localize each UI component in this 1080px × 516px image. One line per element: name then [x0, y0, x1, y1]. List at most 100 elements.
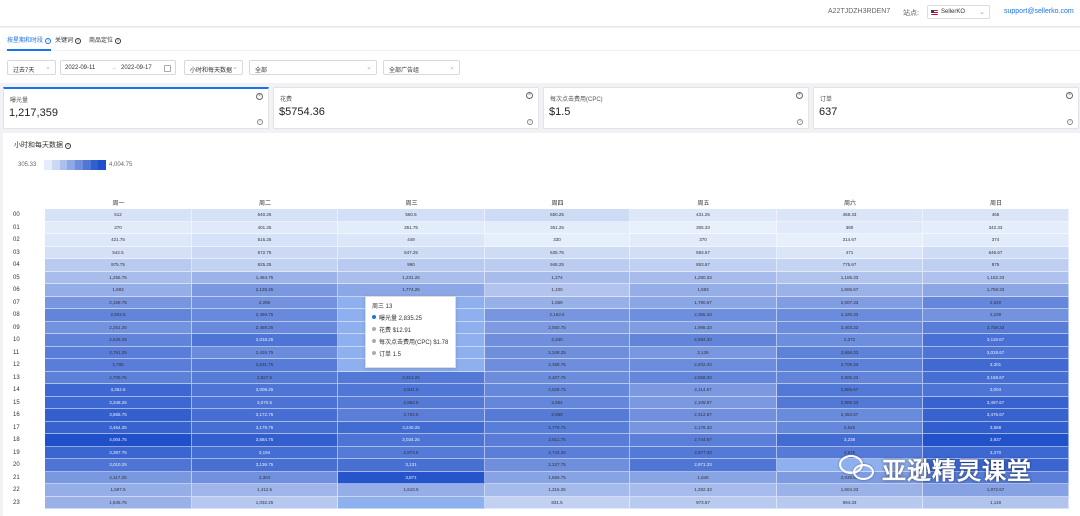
heatmap-cell[interactable]: 2,114.67: [630, 384, 777, 397]
heatmap-cell[interactable]: 2,239: [923, 309, 1069, 322]
heatmap-cell[interactable]: 3,555.75: [45, 409, 192, 422]
heatmap-cell[interactable]: 2,312.67: [630, 409, 777, 422]
heatmap-cell[interactable]: 2,540: [923, 296, 1069, 309]
heatmap-cell[interactable]: 975.75: [45, 259, 192, 272]
heatmap-cell[interactable]: 1,559: [485, 296, 630, 309]
heatmap-cell[interactable]: 512: [45, 209, 192, 222]
kpi-card-spend[interactable]: 花费 $5754.36 × ?: [273, 87, 539, 129]
heatmap-cell[interactable]: 1,152.33: [923, 271, 1069, 284]
support-email-link[interactable]: support@sellerko.com: [1004, 8, 1074, 15]
heatmap-cell[interactable]: 2,355.33: [630, 309, 777, 322]
heatmap-cell[interactable]: 1,231.25: [338, 271, 485, 284]
heatmap-cell[interactable]: 2,426.75: [192, 346, 338, 359]
heatmap-cell[interactable]: 3,240.25: [338, 421, 485, 434]
heatmap-cell[interactable]: 305.33: [630, 221, 777, 234]
heatmap-cell[interactable]: 593.67: [630, 246, 777, 259]
heatmap-cell[interactable]: 449: [338, 234, 485, 247]
heatmap-cell[interactable]: 2,469.25: [192, 321, 338, 334]
heatmap-cell[interactable]: 2,877.33: [630, 446, 777, 459]
close-icon[interactable]: ×: [1066, 92, 1073, 99]
heatmap-cell[interactable]: 1,758.33: [923, 284, 1069, 297]
granularity-select[interactable]: 小时和每天数据 ⌄: [184, 60, 243, 75]
close-icon[interactable]: ×: [256, 93, 263, 100]
heatmap-cell[interactable]: 1,265.75: [45, 271, 192, 284]
heatmap-cell[interactable]: 2,554: [485, 396, 630, 409]
heatmap-cell[interactable]: 3,136.75: [192, 459, 338, 472]
heatmap-cell[interactable]: 3,172.75: [192, 409, 338, 422]
heatmap-cell[interactable]: 3,018.25: [192, 334, 338, 347]
heatmap-cell[interactable]: 650.25: [485, 209, 630, 222]
heatmap-cell[interactable]: 3,158.67: [923, 371, 1069, 384]
heatmap-cell[interactable]: 540.25: [192, 209, 338, 222]
heatmap-cell[interactable]: 2,469.75: [192, 309, 338, 322]
heatmap-cell[interactable]: 1,593: [630, 284, 777, 297]
heatmap-cell[interactable]: 3,010.25: [45, 459, 192, 472]
heatmap-cell[interactable]: 1,610.5: [338, 484, 485, 497]
heatmap-cell[interactable]: 3,397.75: [45, 446, 192, 459]
heatmap-cell[interactable]: 2,407.75: [485, 371, 630, 384]
heatmap-cell[interactable]: 2,128.25: [192, 284, 338, 297]
heatmap-cell[interactable]: 1,274: [485, 271, 630, 284]
heatmap-cell[interactable]: 351.25: [485, 221, 630, 234]
heatmap-cell[interactable]: 853.67: [630, 259, 777, 272]
heatmap-cell[interactable]: 2,251.25: [45, 321, 192, 334]
heatmap-cell[interactable]: 1,869.75: [485, 471, 630, 484]
heatmap-cell[interactable]: 973.67: [630, 496, 777, 509]
heatmap-cell[interactable]: 2,905.33: [777, 396, 923, 409]
heatmap-cell[interactable]: 2,859: [485, 409, 630, 422]
close-icon[interactable]: ×: [526, 92, 533, 99]
heatmap-cell[interactable]: 380: [777, 221, 923, 234]
heatmap-cell[interactable]: 2,559.33: [630, 371, 777, 384]
heatmap-cell[interactable]: 2,668.33: [777, 346, 923, 359]
kpi-card-orders[interactable]: 订单 637 × ?: [813, 87, 1079, 129]
legend-gradient[interactable]: [44, 160, 106, 170]
heatmap-cell[interactable]: 2,340: [485, 334, 630, 347]
heatmap-cell[interactable]: 3,301: [923, 359, 1069, 372]
heatmap-cell[interactable]: 2,528.75: [485, 384, 630, 397]
heatmap-cell[interactable]: 3,475.67: [923, 409, 1069, 422]
heatmap-cell[interactable]: 2,752.5: [338, 409, 485, 422]
close-icon[interactable]: ×: [796, 92, 803, 99]
heatmap-cell[interactable]: 2,425.33: [777, 309, 923, 322]
kpi-card-cpc[interactable]: 每次点击费用(CPC) $1.5 × ?: [543, 87, 809, 129]
tab-keywords[interactable]: 关键词?: [55, 35, 82, 44]
heatmap-cell[interactable]: 1,315.25: [485, 484, 630, 497]
heatmap-cell[interactable]: 370: [45, 221, 192, 234]
heatmap-cell[interactable]: 2,603.5: [45, 309, 192, 322]
metric-select[interactable]: 全部 ⌄: [249, 60, 377, 75]
heatmap-cell[interactable]: 1,597.5: [45, 484, 192, 497]
heatmap-cell[interactable]: 1,106.33: [777, 271, 923, 284]
heatmap-cell[interactable]: 2,743.25: [485, 446, 630, 459]
tab-weekday-hour[interactable]: 按星期和时段?: [7, 35, 52, 51]
heatmap-cell[interactable]: 468.33: [777, 209, 923, 222]
heatmap-cell[interactable]: 2,402.33: [630, 359, 777, 372]
heatmap-cell[interactable]: 314.67: [777, 234, 923, 247]
heatmap-cell[interactable]: 948.25: [485, 259, 630, 272]
heatmap-cell[interactable]: 647.25: [338, 246, 485, 259]
heatmap-cell[interactable]: 2,941.5: [338, 384, 485, 397]
heatmap-cell[interactable]: 2,811.75: [485, 434, 630, 447]
heatmap-cell[interactable]: 516.25: [192, 234, 338, 247]
heatmap-cell[interactable]: 3,179.75: [192, 421, 338, 434]
heatmap-cell[interactable]: 374: [923, 234, 1069, 247]
heatmap-cell[interactable]: 351.75: [338, 221, 485, 234]
heatmap-cell[interactable]: 3,937: [923, 434, 1069, 447]
heatmap-cell[interactable]: 3,871: [338, 471, 485, 484]
heatmap-cell[interactable]: 3,008.25: [192, 384, 338, 397]
heatmap-cell[interactable]: 3,194: [192, 446, 338, 459]
heatmap-cell[interactable]: 2,873.5: [338, 446, 485, 459]
heatmap-cell[interactable]: 2,337.75: [485, 459, 630, 472]
heatmap-cell[interactable]: 1,032.25: [192, 496, 338, 509]
heatmap-cell[interactable]: 2,779.75: [485, 421, 630, 434]
heatmap-cell[interactable]: 990: [338, 259, 485, 272]
heatmap-cell[interactable]: 2,882.5: [338, 396, 485, 409]
heatmap-cell[interactable]: 2,709.75: [45, 371, 192, 384]
heatmap-cell[interactable]: 1,790.67: [630, 296, 777, 309]
heatmap-cell[interactable]: 1,995.33: [630, 321, 777, 334]
heatmap-cell[interactable]: 2,913.25: [338, 371, 485, 384]
heatmap-cell[interactable]: 2,136: [630, 346, 777, 359]
heatmap-cell[interactable]: 2,163.5: [485, 309, 630, 322]
heatmap-cell[interactable]: 2,178.33: [630, 421, 777, 434]
heatmap-cell[interactable]: 2,109.67: [630, 396, 777, 409]
heatmap-cell[interactable]: 1,484.75: [192, 271, 338, 284]
